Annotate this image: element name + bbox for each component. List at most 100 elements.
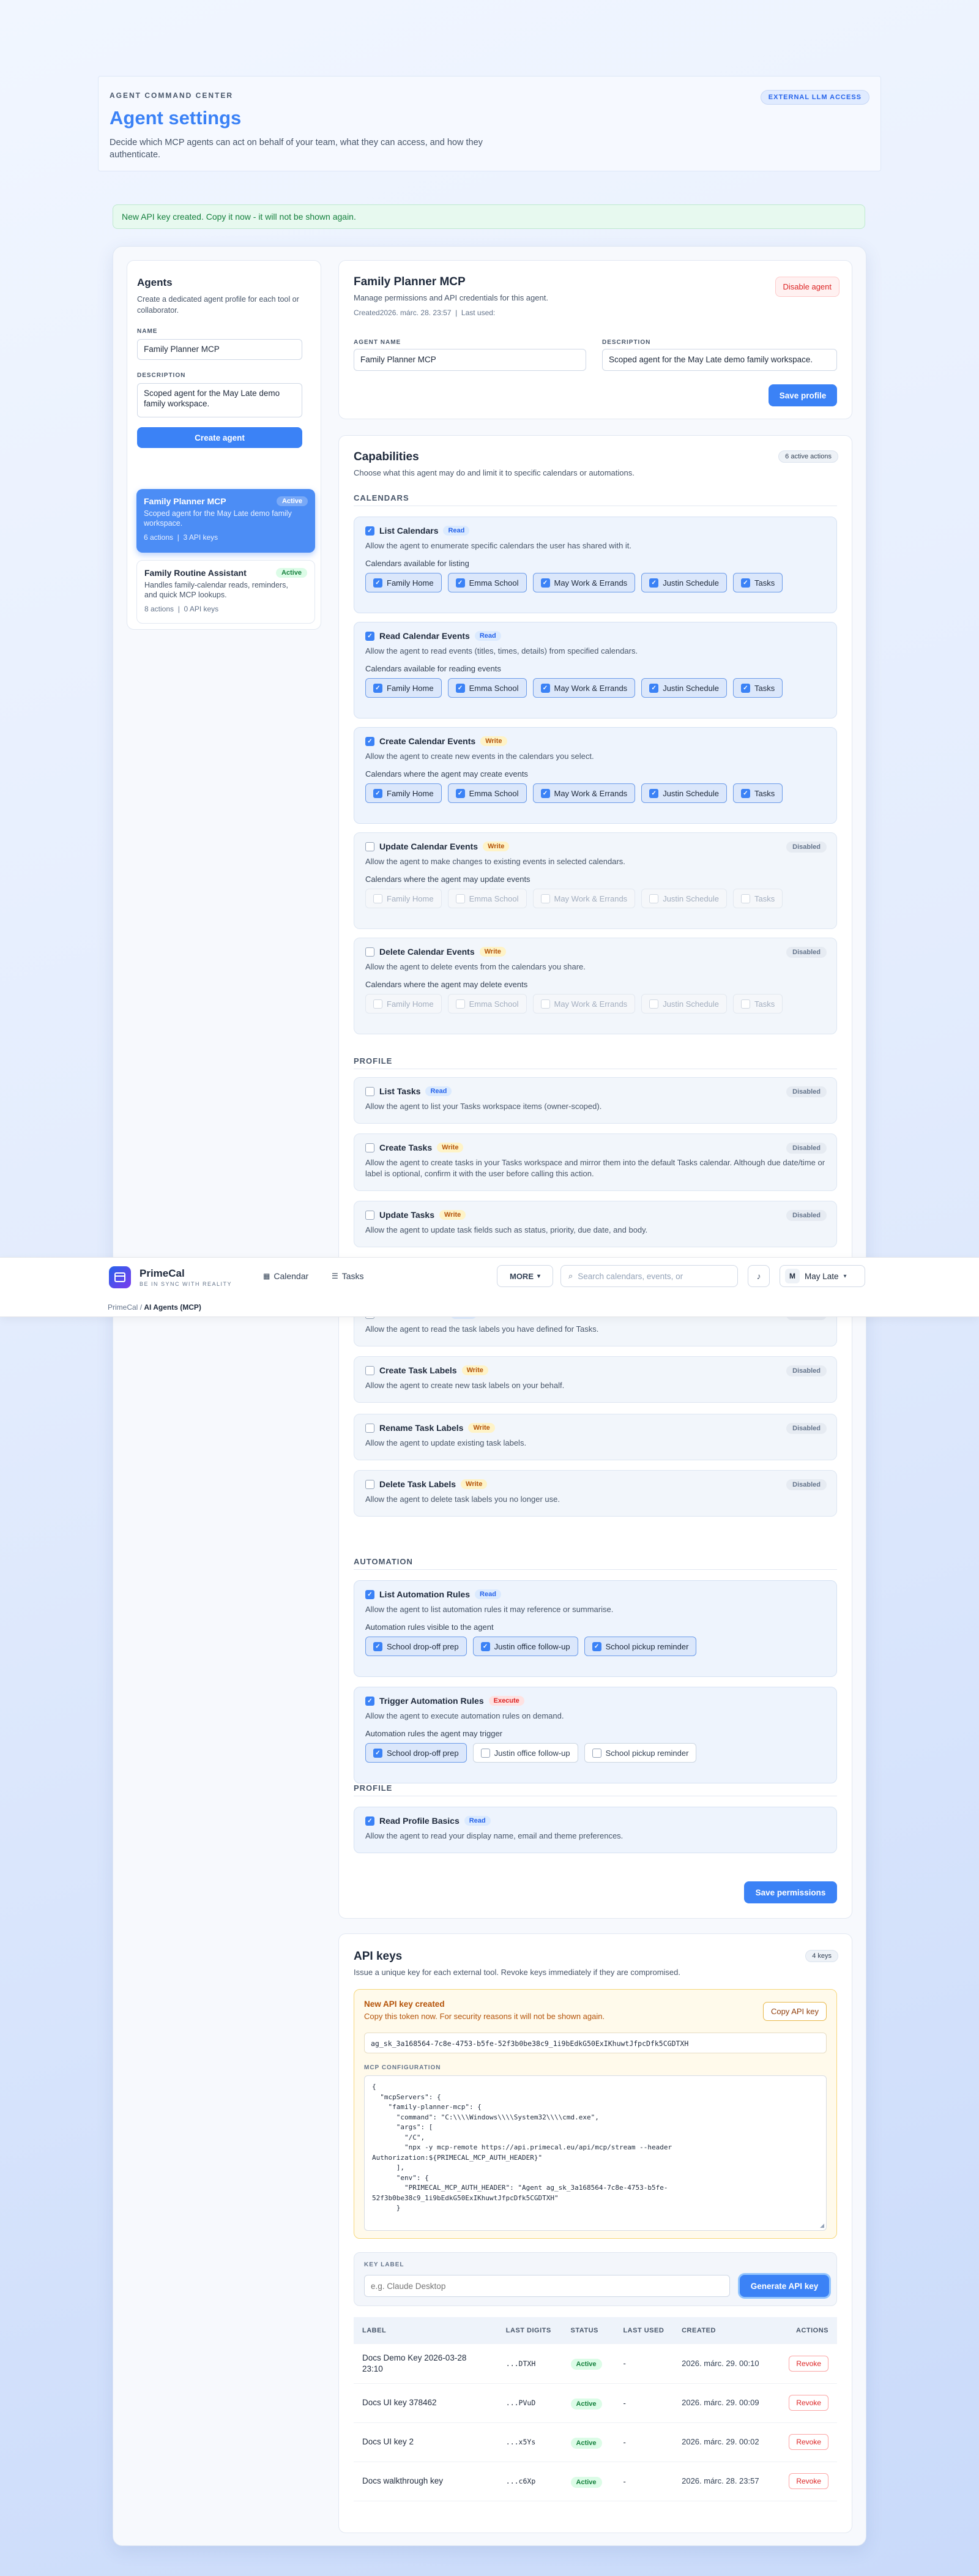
scope-chip-emma-school[interactable]: ✓ Emma School: [447, 678, 527, 698]
disable-agent-button[interactable]: Disable agent: [775, 277, 839, 297]
scope-chip-justin-office-follow-up[interactable]: ✓ Justin office follow-up: [472, 1637, 578, 1656]
capability-checkbox[interactable]: ✓: [365, 1589, 374, 1599]
scope-checkbox[interactable]: [455, 999, 465, 1009]
scope-checkbox[interactable]: ✓: [540, 683, 550, 693]
scope-checkbox[interactable]: [455, 894, 465, 903]
scope-checkbox[interactable]: [649, 999, 659, 1009]
scope-chip-justin-schedule[interactable]: Justin Schedule: [641, 994, 727, 1014]
agent-profile-description-input[interactable]: Scoped agent for the May Late demo famil…: [602, 349, 837, 371]
scope-checkbox[interactable]: ✓: [455, 788, 465, 798]
scope-checkbox[interactable]: ✓: [540, 578, 550, 588]
scope-chip-justin-office-follow-up[interactable]: Justin office follow-up: [472, 1743, 578, 1763]
scope-chip-tasks[interactable]: ✓ Tasks: [732, 678, 783, 698]
scope-checkbox[interactable]: ✓: [592, 1641, 601, 1651]
scope-checkbox[interactable]: ✓: [373, 1748, 382, 1758]
agent-item-family-routine[interactable]: Family Routine Assistant Active Handles …: [136, 560, 315, 624]
capability-checkbox[interactable]: [365, 1479, 374, 1489]
scope-chip-school-drop-off-prep[interactable]: ✓ School drop-off prep: [365, 1637, 467, 1656]
capability-checkbox[interactable]: [365, 1423, 374, 1433]
scope-chip-tasks[interactable]: Tasks: [732, 889, 783, 908]
search-input[interactable]: Search calendars, events, or: [578, 1272, 683, 1281]
scope-checkbox[interactable]: ✓: [373, 788, 382, 798]
scope-chip-justin-schedule[interactable]: ✓ Justin Schedule: [641, 678, 727, 698]
scope-chip-school-pickup-reminder[interactable]: ✓ School pickup reminder: [584, 1637, 697, 1656]
scope-checkbox[interactable]: ✓: [455, 578, 465, 588]
scope-checkbox[interactable]: [540, 999, 550, 1009]
more-menu-button[interactable]: MORE ▾: [497, 1265, 553, 1287]
scope-chip-family-home[interactable]: Family Home: [365, 889, 442, 908]
search-box[interactable]: ⌕ Search calendars, events, or: [560, 1265, 738, 1287]
revoke-key-button[interactable]: Revoke: [789, 2395, 828, 2411]
scope-chip-tasks[interactable]: Tasks: [732, 994, 783, 1014]
copy-api-key-button[interactable]: Copy API key: [762, 2002, 827, 2021]
capability-checkbox[interactable]: [365, 1210, 374, 1220]
capability-checkbox[interactable]: ✓: [365, 526, 374, 536]
resize-handle-icon[interactable]: ◢: [820, 2222, 824, 2229]
scope-checkbox[interactable]: [649, 894, 659, 903]
scope-chip-may-work-errands[interactable]: ✓ May Work & Errands: [532, 573, 636, 592]
scope-checkbox[interactable]: ✓: [455, 683, 465, 693]
scope-checkbox[interactable]: ✓: [373, 1641, 382, 1651]
bell-icon[interactable]: ♪: [748, 1265, 770, 1287]
capability-checkbox[interactable]: ✓: [365, 736, 374, 746]
scope-checkbox[interactable]: ✓: [649, 788, 659, 798]
scope-chip-may-work-errands[interactable]: May Work & Errands: [532, 889, 636, 908]
scope-chip-justin-schedule[interactable]: Justin Schedule: [641, 889, 727, 908]
scope-chip-school-pickup-reminder[interactable]: School pickup reminder: [584, 1743, 697, 1763]
breadcrumb-root[interactable]: PrimeCal: [108, 1303, 138, 1312]
scope-checkbox[interactable]: [740, 894, 750, 903]
agent-description-input[interactable]: Scoped agent for the May Late demo famil…: [137, 383, 302, 417]
scope-checkbox[interactable]: ✓: [649, 578, 659, 588]
scope-chip-family-home[interactable]: ✓ Family Home: [365, 573, 442, 592]
scope-checkbox[interactable]: [740, 999, 750, 1009]
scope-chip-family-home[interactable]: ✓ Family Home: [365, 678, 442, 698]
agent-name-input[interactable]: Family Planner MCP: [137, 339, 302, 360]
scope-chip-family-home[interactable]: Family Home: [365, 994, 442, 1014]
scope-checkbox[interactable]: ✓: [740, 788, 750, 798]
scope-checkbox[interactable]: ✓: [740, 578, 750, 588]
brand-logo-icon[interactable]: [109, 1266, 131, 1288]
agent-item-family-planner[interactable]: Family Planner MCP Active Scoped agent f…: [136, 489, 315, 553]
scope-checkbox[interactable]: ✓: [740, 683, 750, 693]
scope-chip-school-drop-off-prep[interactable]: ✓ School drop-off prep: [365, 1743, 467, 1763]
capability-checkbox[interactable]: [365, 1143, 374, 1152]
scope-chip-tasks[interactable]: ✓ Tasks: [732, 573, 783, 592]
api-token-field[interactable]: ag_sk_3a168564-7c8e-4753-b5fe-52f3b0be38…: [364, 2033, 827, 2053]
scope-checkbox[interactable]: [373, 999, 382, 1009]
mcp-config-textarea[interactable]: { "mcpServers": { "family-planner-mcp": …: [364, 2075, 827, 2231]
capability-checkbox[interactable]: ✓: [365, 1816, 374, 1826]
scope-chip-family-home[interactable]: ✓ Family Home: [365, 783, 442, 803]
save-profile-button[interactable]: Save profile: [769, 384, 837, 406]
scope-chip-emma-school[interactable]: Emma School: [447, 889, 527, 908]
scope-chip-may-work-errands[interactable]: May Work & Errands: [532, 994, 636, 1014]
scope-checkbox[interactable]: ✓: [649, 683, 659, 693]
scope-chip-emma-school[interactable]: ✓ Emma School: [447, 783, 527, 803]
scope-checkbox[interactable]: ✓: [373, 683, 382, 693]
scope-chip-justin-schedule[interactable]: ✓ Justin Schedule: [641, 573, 727, 592]
scope-chip-may-work-errands[interactable]: ✓ May Work & Errands: [532, 678, 636, 698]
nav-calendar[interactable]: ▦ Calendar: [263, 1271, 308, 1281]
scope-checkbox[interactable]: [540, 894, 550, 903]
nav-tasks[interactable]: ☰ Tasks: [332, 1271, 364, 1281]
save-permissions-button[interactable]: Save permissions: [744, 1881, 837, 1903]
revoke-key-button[interactable]: Revoke: [789, 2434, 828, 2450]
capability-checkbox[interactable]: [365, 947, 374, 957]
capability-checkbox[interactable]: [365, 1086, 374, 1096]
scope-checkbox[interactable]: [373, 894, 382, 903]
scope-chip-may-work-errands[interactable]: ✓ May Work & Errands: [532, 783, 636, 803]
scope-checkbox[interactable]: ✓: [373, 578, 382, 588]
scope-chip-justin-schedule[interactable]: ✓ Justin Schedule: [641, 783, 727, 803]
revoke-key-button[interactable]: Revoke: [789, 2473, 828, 2489]
scope-chip-emma-school[interactable]: Emma School: [447, 994, 527, 1014]
create-agent-button[interactable]: Create agent: [137, 427, 302, 448]
generate-api-key-button[interactable]: Generate API key: [740, 2275, 829, 2297]
revoke-key-button[interactable]: Revoke: [789, 2355, 828, 2372]
scope-checkbox[interactable]: ✓: [540, 788, 550, 798]
capability-checkbox[interactable]: [365, 842, 374, 851]
agent-profile-name-input[interactable]: Family Planner MCP: [354, 349, 586, 371]
scope-chip-emma-school[interactable]: ✓ Emma School: [447, 573, 527, 592]
scope-chip-tasks[interactable]: ✓ Tasks: [732, 783, 783, 803]
capability-checkbox[interactable]: [365, 1365, 374, 1375]
key-label-input[interactable]: [364, 2275, 730, 2297]
user-menu[interactable]: M May Late ▾: [780, 1265, 865, 1287]
